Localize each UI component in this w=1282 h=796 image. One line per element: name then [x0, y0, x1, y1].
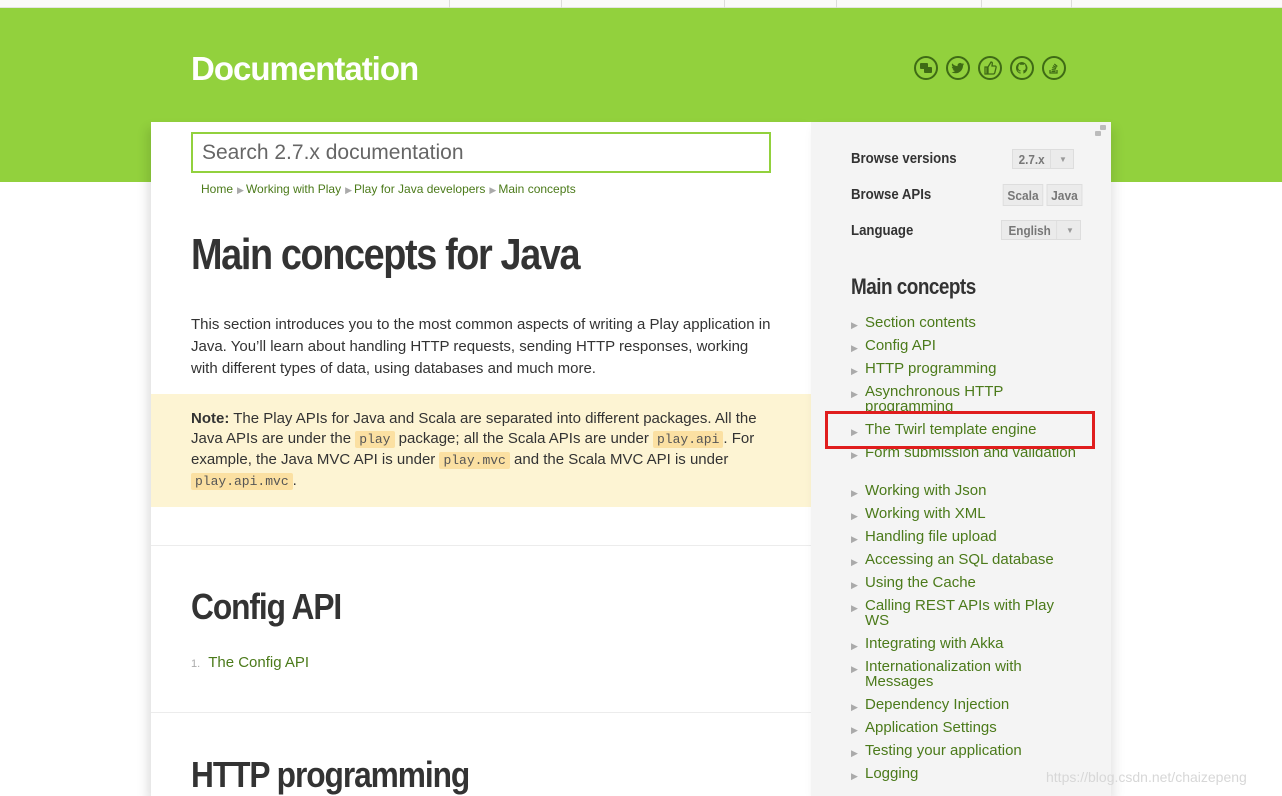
- toc-item-async-http[interactable]: ▶ Asynchronous HTTP programming: [851, 384, 1081, 414]
- breadcrumb-separator-icon: ▶: [489, 185, 497, 195]
- expand-icon[interactable]: [1093, 124, 1109, 138]
- page-title: Documentation: [191, 50, 419, 87]
- browse-versions-label: Browse versions: [851, 150, 957, 167]
- triangle-icon: ▶: [851, 488, 858, 498]
- note-text: .: [292, 472, 297, 489]
- highlight-annotation: [825, 411, 1095, 449]
- triangle-icon: ▶: [851, 580, 858, 590]
- main-heading: Main concepts for Java: [191, 230, 581, 279]
- breadcrumb-play-for-java[interactable]: Play for Java developers: [354, 182, 485, 196]
- api-tab-scala[interactable]: Scala: [1002, 184, 1044, 206]
- triangle-icon: ▶: [851, 641, 858, 651]
- breadcrumb-separator-icon: ▶: [237, 185, 244, 195]
- search-input[interactable]: [193, 134, 769, 171]
- toc-item-file-upload[interactable]: ▶ Handling file upload: [851, 529, 1081, 544]
- toc-item-cache[interactable]: ▶ Using the Cache: [851, 575, 1081, 590]
- triangle-icon: ▶: [851, 748, 858, 758]
- note-text: and the Scala MVC API is under: [509, 451, 729, 468]
- toc-item-json[interactable]: ▶ Working with Json: [851, 483, 1081, 498]
- toc-item-di[interactable]: ▶ Dependency Injection: [851, 697, 1081, 712]
- toc-heading: Main concepts: [851, 274, 976, 299]
- note-text: package; all the Scala APIs are under: [394, 430, 653, 447]
- toc-item-app-settings[interactable]: ▶ Application Settings: [851, 720, 1081, 735]
- section-divider: [151, 545, 811, 546]
- nav-separator: [561, 0, 562, 8]
- triangle-icon: ▶: [851, 664, 858, 674]
- toc-item-section-contents[interactable]: ▶ Section contents: [851, 315, 1081, 330]
- stackoverflow-icon[interactable]: [1042, 56, 1066, 80]
- triangle-icon: ▶: [851, 511, 858, 521]
- section-divider: [151, 712, 811, 713]
- toc-item-akka[interactable]: ▶ Integrating with Akka: [851, 636, 1081, 651]
- triangle-icon: ▶: [851, 603, 858, 613]
- note-label: Note:: [191, 410, 230, 427]
- toc-item-i18n[interactable]: ▶ Internationalization with Messages: [851, 659, 1081, 689]
- code-snippet: play: [355, 431, 395, 448]
- github-icon[interactable]: [1010, 56, 1034, 80]
- api-tabs: Scala Java: [1001, 184, 1084, 206]
- triangle-icon: ▶: [851, 320, 858, 330]
- nav-separator: [724, 0, 725, 8]
- main-content: Home▶Working with Play▶Play for Java dev…: [151, 122, 811, 796]
- triangle-icon: ▶: [851, 557, 858, 567]
- triangle-icon: ▶: [851, 771, 858, 781]
- triangle-icon: ▶: [851, 389, 858, 399]
- breadcrumb-home[interactable]: Home: [201, 182, 233, 196]
- triangle-icon: ▶: [851, 725, 858, 735]
- search-box[interactable]: [191, 132, 771, 173]
- sidebar: Browse versions 2.7.x ▼ Browse APIs Scal…: [811, 122, 1111, 796]
- code-snippet: play.api.mvc: [191, 473, 293, 490]
- version-value: 2.7.x: [1015, 150, 1051, 168]
- note-box: Note: The Play APIs for Java and Scala a…: [151, 394, 811, 507]
- toc-item-xml[interactable]: ▶ Working with XML: [851, 506, 1081, 521]
- twitter-icon[interactable]: [946, 56, 970, 80]
- nav-separator: [449, 0, 450, 8]
- facebook-like-icon[interactable]: [978, 56, 1002, 80]
- toc-item-ws[interactable]: ▶ Calling REST APIs with Play WS: [851, 598, 1081, 628]
- chevron-down-icon: ▼: [1065, 225, 1074, 235]
- browse-apis-label: Browse APIs: [851, 186, 932, 203]
- language-select[interactable]: English ▼: [1001, 220, 1081, 240]
- section-heading-config-api: Config API: [191, 586, 342, 627]
- top-nav-strip: [0, 0, 1282, 8]
- code-snippet: play.mvc: [439, 452, 510, 469]
- discuss-icon[interactable]: [914, 56, 938, 80]
- link-config-api[interactable]: The Config API: [208, 654, 309, 671]
- toc-item-config-api[interactable]: ▶ Config API: [851, 338, 1081, 353]
- language-label: Language: [851, 222, 914, 239]
- breadcrumb: Home ▶ Working with Play ▶ Play for Java dev…: [201, 182, 576, 196]
- api-tab-java[interactable]: Java: [1046, 184, 1083, 206]
- nav-separator: [836, 0, 837, 8]
- breadcrumb-main-concepts[interactable]: Main concepts: [498, 182, 575, 196]
- nav-separator: [1071, 0, 1072, 8]
- breadcrumb-separator-icon: ▶: [345, 185, 353, 195]
- section-heading-http-programming: HTTP programming: [191, 754, 470, 795]
- chevron-down-icon: ▼: [1058, 154, 1067, 164]
- toc-item-http-programming[interactable]: ▶ HTTP programming: [851, 361, 1081, 376]
- triangle-icon: ▶: [851, 702, 858, 712]
- toc-item-sql-database[interactable]: ▶ Accessing an SQL database: [851, 552, 1081, 567]
- language-value: English: [1005, 221, 1058, 239]
- nav-separator: [981, 0, 982, 8]
- version-select[interactable]: 2.7.x ▼: [1012, 149, 1074, 169]
- triangle-icon: ▶: [851, 366, 858, 376]
- toc-item-testing[interactable]: ▶ Testing your application: [851, 743, 1081, 758]
- section-list: 1. The Config API: [191, 654, 309, 671]
- code-snippet: play.api: [653, 431, 724, 448]
- watermark: https://blog.csdn.net/chaizepeng: [1046, 769, 1247, 785]
- triangle-icon: ▶: [851, 534, 858, 544]
- triangle-icon: ▶: [851, 450, 858, 460]
- list-number: 1.: [191, 658, 201, 670]
- triangle-icon: ▶: [851, 343, 858, 353]
- intro-paragraph: This section introduces you to the most …: [191, 316, 771, 377]
- breadcrumb-working-with-play[interactable]: Working with Play: [246, 182, 341, 196]
